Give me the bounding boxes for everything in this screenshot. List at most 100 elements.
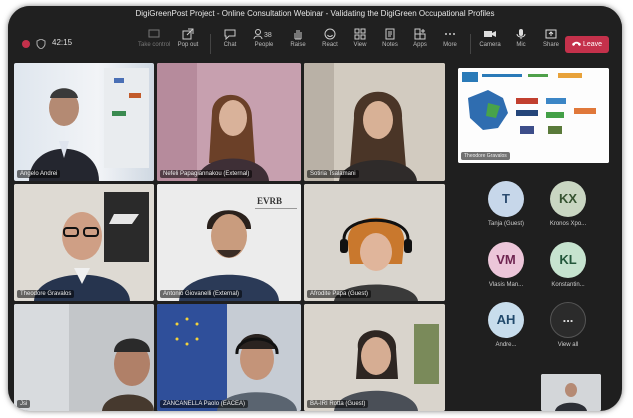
video-tile[interactable]: Jsi xyxy=(14,304,154,411)
more-label: More xyxy=(443,42,457,48)
apps-button[interactable]: Apps xyxy=(404,28,436,58)
shield-icon xyxy=(36,39,46,49)
shared-screen-tile[interactable]: Theodore Gravalos xyxy=(458,68,609,163)
recording-indicator-icon xyxy=(22,40,30,48)
people-button[interactable]: 38 People xyxy=(248,28,280,58)
video-tile[interactable]: Angelo Andrei xyxy=(14,63,154,181)
take-control-icon xyxy=(148,29,160,38)
mic-icon xyxy=(516,29,526,39)
more-icon: ... xyxy=(550,302,586,338)
video-tile[interactable]: Afrodite Papa (Guest) xyxy=(304,184,445,301)
participant-video: EVRB xyxy=(157,184,301,301)
shared-presentation-preview xyxy=(458,68,609,163)
toolbar-divider xyxy=(210,34,211,54)
apps-label: Apps xyxy=(413,42,427,48)
participant-name: Jsi xyxy=(17,400,31,408)
notes-label: Notes xyxy=(382,42,398,48)
people-icon: 38 xyxy=(253,29,272,40)
camera-label: Camera xyxy=(479,42,501,48)
participant-video xyxy=(304,304,445,411)
take-control-button[interactable]: Take control xyxy=(138,28,170,58)
video-tile[interactable]: BA-IRI Rotta (Guest) xyxy=(304,304,445,411)
svg-text:EVRB: EVRB xyxy=(257,196,282,206)
apps-icon xyxy=(414,28,426,40)
participant-name: Nefeli Papagiannakou (External) xyxy=(160,170,253,178)
roster-participant-name: Tanja (Guest) xyxy=(487,221,524,227)
view-all-label: View all xyxy=(557,342,579,348)
mic-label: Mic xyxy=(516,42,526,48)
view-all-button[interactable]: ... View all xyxy=(542,302,594,348)
people-count: 38 xyxy=(264,32,272,39)
participant-name: ZANCANELLA Paolo (EACEA) xyxy=(160,400,249,408)
roster-participant-name: Andre... xyxy=(495,342,517,348)
video-tile[interactable]: Theodore Gravalos xyxy=(14,184,154,301)
participant-name: Theodore Gravalos xyxy=(17,290,75,298)
view-label: View xyxy=(353,42,367,48)
phone-hangup-icon xyxy=(571,41,581,47)
avatar: KL xyxy=(550,242,586,278)
notes-icon xyxy=(385,28,395,40)
presenter-name: Theodore Gravalos xyxy=(461,152,510,160)
self-view-tile[interactable] xyxy=(541,374,601,411)
smiley-icon xyxy=(324,28,336,40)
teams-meeting-window: DigiGreenPost Project - Online Consultat… xyxy=(8,6,622,411)
share-icon xyxy=(545,29,557,39)
participant-video xyxy=(157,63,301,181)
meeting-title: DigiGreenPost Project - Online Consultat… xyxy=(135,9,495,18)
participant-name: Afrodite Papa (Guest) xyxy=(307,290,372,298)
video-tile[interactable]: ZANCANELLA Paolo (EACEA) xyxy=(157,304,301,411)
grid-icon xyxy=(354,28,366,40)
roster-participant[interactable]: KX Kronos Xpo... xyxy=(542,181,594,227)
hand-icon xyxy=(294,30,302,40)
roster-participant-name: Vlasis Man... xyxy=(488,282,524,288)
avatar: VM xyxy=(488,242,524,278)
camera-button[interactable]: Camera xyxy=(474,28,506,58)
leave-button[interactable]: Leave xyxy=(565,36,609,53)
participant-name: Angelo Andrei xyxy=(17,170,61,178)
pop-out-label: Pop out xyxy=(177,42,199,48)
react-label: React xyxy=(322,42,338,48)
avatar: AH xyxy=(488,302,524,338)
meeting-timer: 42:15 xyxy=(52,38,73,47)
avatar: T xyxy=(488,181,524,217)
self-video xyxy=(541,374,601,411)
pop-out-icon xyxy=(182,28,194,40)
roster-participant[interactable]: KL Konstantin... xyxy=(542,242,594,288)
video-tile[interactable]: EVRB Antonio Giovanelli (External) xyxy=(157,184,301,301)
react-button[interactable]: React xyxy=(314,28,346,58)
participant-name: Antonio Giovanelli (External) xyxy=(160,290,243,298)
participant-video xyxy=(157,304,301,411)
mic-button[interactable]: Mic xyxy=(505,28,537,58)
leave-label: Leave xyxy=(582,41,603,48)
participant-name: BA-IRI Rotta (Guest) xyxy=(307,400,369,408)
roster-participant[interactable]: AH Andre... xyxy=(480,302,532,348)
chat-label: Chat xyxy=(223,42,237,48)
roster-participant[interactable]: VM Vlasis Man... xyxy=(480,242,532,288)
avatar: KX xyxy=(550,181,586,217)
video-tile[interactable]: Sotiria Tsalamani xyxy=(304,63,445,181)
roster-participant-name: Kronos Xpo... xyxy=(549,221,587,227)
raise-hand-button[interactable]: Raise xyxy=(282,28,314,58)
share-label: Share xyxy=(542,42,559,48)
participant-video xyxy=(14,304,154,411)
participant-name: Sotiria Tsalamani xyxy=(307,170,359,178)
participant-video xyxy=(14,184,154,301)
camera-icon xyxy=(484,31,496,37)
take-control-label: Take control xyxy=(138,42,171,48)
participant-video xyxy=(29,68,149,181)
roster-participant-name: Konstantin... xyxy=(551,282,585,288)
toolbar-divider xyxy=(470,34,471,54)
more-button[interactable]: More xyxy=(434,28,466,58)
people-label: People xyxy=(254,42,274,48)
meeting-toolbar: DigiGreenPost Project - Online Consultat… xyxy=(8,6,622,60)
notes-button[interactable]: Notes xyxy=(374,28,406,58)
roster-participant[interactable]: T Tanja (Guest) xyxy=(480,181,532,227)
video-tile[interactable]: Nefeli Papagiannakou (External) xyxy=(157,63,301,181)
chat-icon xyxy=(224,29,236,40)
view-button[interactable]: View xyxy=(344,28,376,58)
pop-out-button[interactable]: Pop out xyxy=(172,28,204,58)
participant-video xyxy=(304,184,445,301)
chat-button[interactable]: Chat xyxy=(214,28,246,58)
share-button[interactable]: Share xyxy=(535,28,567,58)
participant-video xyxy=(304,63,445,181)
